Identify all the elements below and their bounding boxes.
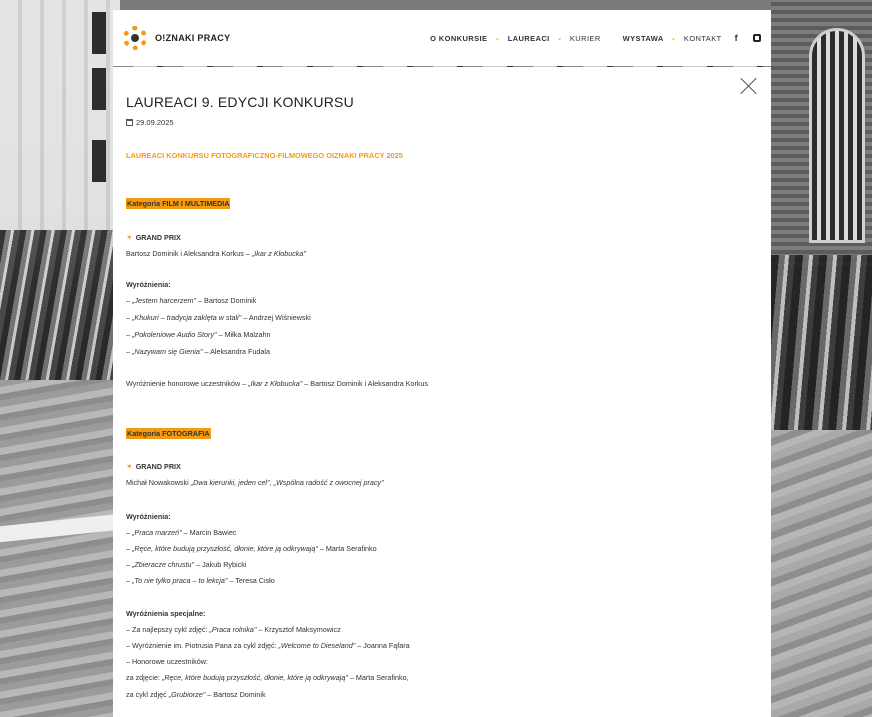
nav-item-kontakt[interactable]: KONTAKT	[684, 34, 722, 43]
date-text: 29.09.2025	[136, 118, 174, 127]
main-nav: O KONKURSIE ⌄ LAUREACI ⌄ KURIER WYSTAWA …	[430, 33, 761, 43]
list-item: – Wyróżnienie im. Piotrusia Pana za cykl…	[126, 641, 410, 650]
list-item: – „Praca marzeń" – Marcin Bawiec	[126, 528, 237, 537]
instagram-icon[interactable]	[753, 34, 761, 42]
grand-prix-winner: Bartosz Dominik i Aleksandra Korkus – „I…	[126, 249, 306, 258]
logo-icon	[123, 26, 147, 50]
list-item: – Za najlepszy cykl zdjęć: „Praca rolnik…	[126, 625, 341, 634]
list-item: – „Pokoleniowe Audio Story" – Miłka Malz…	[126, 330, 271, 339]
article-date: 29.09.2025	[126, 118, 174, 127]
list-item: – „Nazywam się Gienia" – Aleksandra Fuda…	[126, 347, 270, 356]
distinctions-heading: Wyróżnienia:	[126, 280, 171, 289]
category-heading-film: Kategoria FILM I MULTIMEDIA	[126, 198, 231, 209]
facebook-icon[interactable]: f	[735, 33, 738, 43]
list-item: – Honorowe uczestników:	[126, 657, 208, 666]
category-heading-photo: Kategoria FOTOGRAFIA	[126, 428, 211, 439]
calendar-icon	[126, 119, 133, 126]
nav-item-kurier[interactable]: KURIER	[570, 34, 601, 43]
list-item: za zdjęcie: „Ręce, które budują przyszło…	[126, 673, 409, 682]
honorable-mention: Wyróżnienie honorowe uczestników – „Ikar…	[126, 379, 429, 388]
nav-item-wystawa[interactable]: WYSTAWA	[623, 34, 664, 43]
chevron-down-icon: ⌄	[494, 35, 501, 42]
site-header: O!ZNAKI PRACY O KONKURSIE ⌄ LAUREACI ⌄ K…	[113, 10, 771, 66]
nav-item-laureaci[interactable]: LAUREACI	[508, 34, 550, 43]
article-subtitle: LAUREACI KONKURSU FOTOGRAFICZNO-FILMOWEG…	[126, 151, 403, 160]
article-modal: LAUREACI 9. EDYCJI KONKURSU 29.09.2025 L…	[113, 67, 771, 717]
logo[interactable]: O!ZNAKI PRACY	[123, 26, 230, 50]
grand-prix-heading: ✶ GRAND PRIX	[126, 462, 181, 471]
special-distinctions-heading: Wyróżnienia specjalne:	[126, 609, 206, 618]
category-badge: Kategoria FILM I MULTIMEDIA	[126, 198, 231, 209]
list-item: za cykl zdjęć „Grubiorze" – Bartosz Domi…	[126, 690, 266, 699]
logo-text: O!ZNAKI PRACY	[155, 33, 231, 43]
background-right-photo	[771, 0, 872, 717]
grand-prix-heading: ✶ GRAND PRIX	[126, 233, 181, 242]
list-item: – „Khukuri – tradycja zaklęta w stali" –…	[126, 313, 311, 322]
list-item: – „Jestem harcerzem" – Bartosz Dominik	[126, 296, 257, 305]
page-title: LAUREACI 9. EDYCJI KONKURSU	[126, 94, 354, 110]
grand-prix-winner: Michał Nowakowski „Dwa kierunki, jeden c…	[126, 478, 384, 487]
chevron-down-icon: ⌄	[670, 35, 677, 42]
star-icon: ✶	[126, 233, 133, 242]
nav-item-o-konkursie[interactable]: O KONKURSIE	[430, 34, 487, 43]
list-item: – „Zbieracze chrustu" – Jakub Rybicki	[126, 560, 247, 569]
background-left-photo	[0, 0, 120, 717]
close-icon[interactable]	[740, 77, 758, 95]
chevron-down-icon: ⌄	[556, 35, 563, 42]
list-item: – „To nie tylko praca – to lekcja" – Ter…	[126, 576, 275, 585]
category-badge: Kategoria FOTOGRAFIA	[126, 428, 211, 439]
distinctions-heading: Wyróżnienia:	[126, 512, 171, 521]
star-icon: ✶	[126, 462, 133, 471]
list-item: – „Ręce, które budują przyszłość, dłonie…	[126, 544, 377, 553]
